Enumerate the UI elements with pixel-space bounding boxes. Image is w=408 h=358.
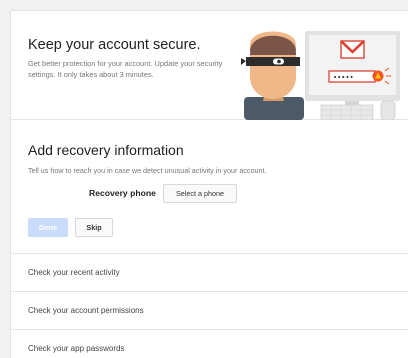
recovery-title: Add recovery information (28, 142, 184, 158)
password-mask: ••••• (333, 74, 354, 82)
hero-section: Keep your account secure. Get better pro… (11, 11, 408, 120)
thief-figure (241, 31, 304, 120)
hero-description: Get better protection for your account. … (28, 59, 223, 79)
skip-button[interactable]: Skip (75, 218, 113, 237)
section-label: Check your app passwords (28, 344, 125, 353)
recovery-description: Tell us how to reach you in case we dete… (28, 166, 267, 175)
section-recent-activity[interactable]: Check your recent activity (11, 253, 408, 291)
section-app-passwords[interactable]: Check your app passwords (11, 329, 408, 358)
section-account-permissions[interactable]: Check your account permissions (11, 291, 408, 329)
section-label: Check your recent activity (28, 268, 120, 277)
select-phone-button[interactable]: Select a phone (163, 184, 237, 203)
recovery-phone-label: Recovery phone (89, 188, 156, 198)
gmail-icon (340, 40, 365, 59)
section-label: Check your account permissions (28, 306, 144, 315)
thief-illustration: ••••• (241, 31, 400, 120)
done-button[interactable]: Done (28, 218, 68, 237)
hero-title: Keep your account secure. (28, 37, 201, 53)
security-checkup-card: Keep your account secure. Get better pro… (10, 10, 408, 358)
